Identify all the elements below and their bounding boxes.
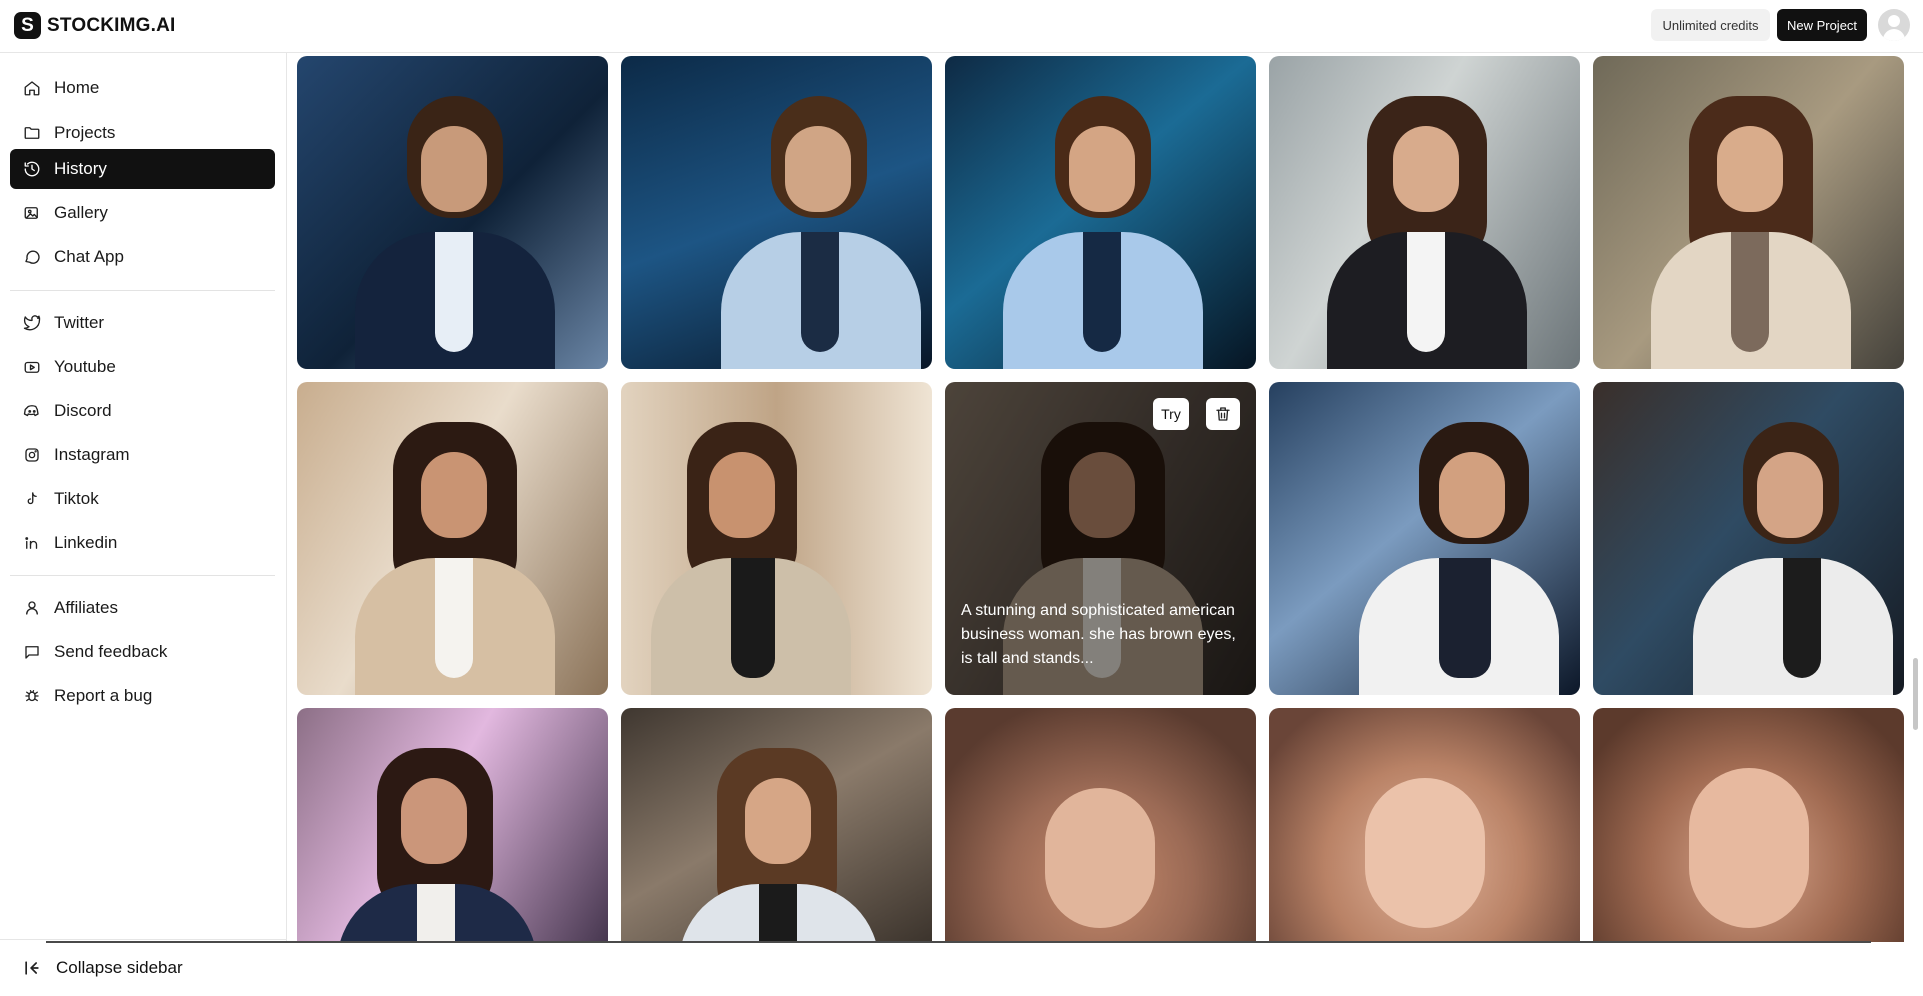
discord-icon [22,401,42,421]
image-card[interactable] [621,382,932,695]
home-icon [22,78,42,98]
generated-image [297,382,608,695]
sidebar-item-label: Youtube [54,357,116,376]
delete-button[interactable] [1206,398,1240,430]
sidebar-item-label: Tiktok [54,489,99,508]
try-button[interactable]: Try [1153,398,1189,430]
collapse-sidebar-button[interactable]: Collapse sidebar [0,939,286,996]
partial-image-row [46,941,1871,943]
credits-badge[interactable]: Unlimited credits [1651,9,1770,41]
sidebar-item-label: Send feedback [54,642,168,661]
user-icon [22,598,42,618]
sidebar-item-projects[interactable]: Projects [10,113,275,153]
image-card[interactable] [297,56,608,369]
sidebar-item-label: Projects [54,123,116,142]
avatar-body [1883,29,1905,41]
new-project-button[interactable]: New Project [1777,9,1867,41]
image-card[interactable] [621,56,932,369]
sidebar-item-label: History [54,159,107,178]
image-prompt-caption: A stunning and sophisticated american bu… [961,602,1236,667]
bug-icon [22,686,42,706]
image-card[interactable] [945,708,1256,942]
sidebar-item-label: Affiliates [54,598,118,617]
image-card[interactable] [1593,56,1904,369]
avatar[interactable] [1878,9,1910,41]
sidebar-item-label: Linkedin [54,533,118,552]
generated-image [621,382,932,695]
collapse-icon [25,961,39,975]
message-icon [22,642,42,662]
sidebar-item-discord[interactable]: Discord [10,391,275,431]
sidebar-item-home[interactable]: Home [10,68,275,108]
youtube-icon [22,357,42,377]
tiktok-icon [22,489,42,509]
sidebar-item-tiktok[interactable]: Tiktok [10,479,275,519]
image-card[interactable] [621,708,932,942]
brand-logo[interactable]: S STOCKIMG.AI [14,12,176,39]
generated-image [1593,708,1904,942]
sidebar-item-label: Home [54,78,100,97]
sidebar-item-linkedin[interactable]: Linkedin [10,523,275,563]
image-card[interactable] [297,708,608,942]
sidebar-item-label: Instagram [54,445,130,464]
avatar-head [1888,15,1900,27]
image-card[interactable] [297,382,608,695]
image-card[interactable] [1593,382,1904,695]
collapse-label: Collapse sidebar [56,958,183,977]
generated-image [945,708,1256,942]
logo-icon: S [14,12,41,39]
history-icon [22,159,42,179]
image-card[interactable] [1269,56,1580,369]
top-bar: S STOCKIMG.AI Unlimited credits New Proj… [0,0,1923,53]
sidebar-item-youtube[interactable]: Youtube [10,347,275,387]
sidebar-item-twitter[interactable]: Twitter [10,303,275,343]
sidebar-item-history[interactable]: History [10,149,275,189]
sidebar-item-label: Chat App [54,247,124,266]
sidebar-item-chat-app[interactable]: Chat App [10,237,275,277]
image-card-hovered[interactable]: A stunning and sophisticated american bu… [945,382,1256,695]
sidebar-item-label: Discord [54,401,112,420]
image-card[interactable] [1269,708,1580,942]
generated-image [945,56,1256,369]
sidebar: Home Projects History Gallery Chat App T… [0,53,287,977]
generated-image [1269,56,1580,369]
sidebar-item-gallery[interactable]: Gallery [10,193,275,233]
twitter-icon [22,313,42,333]
sidebar-divider [10,290,275,291]
sidebar-item-label: Report a bug [54,686,153,705]
chat-icon [22,247,42,267]
vertical-scrollbar[interactable] [1912,56,1920,942]
brand-name: STOCKIMG.AI [47,14,176,36]
generated-image [621,708,932,942]
scrollbar-thumb[interactable] [1913,658,1918,730]
generated-image [1269,382,1580,695]
sidebar-divider [10,575,275,576]
linkedin-icon [22,533,42,553]
sidebar-item-affiliates[interactable]: Affiliates [10,588,275,628]
gallery-icon [22,203,42,223]
sidebar-item-report-bug[interactable]: Report a bug [10,676,275,716]
instagram-icon [22,445,42,465]
generated-image [621,56,932,369]
image-card[interactable] [945,56,1256,369]
image-card[interactable] [1269,382,1580,695]
trash-icon [1216,407,1230,421]
generated-image [297,708,608,942]
generated-image [297,56,608,369]
sidebar-item-label: Gallery [54,203,108,222]
history-image-grid: A stunning and sophisticated american bu… [297,56,1908,942]
sidebar-item-instagram[interactable]: Instagram [10,435,275,475]
image-card[interactable] [1593,708,1904,942]
sidebar-item-label: Twitter [54,313,105,332]
generated-image [1593,56,1904,369]
folder-icon [22,123,42,143]
sidebar-item-send-feedback[interactable]: Send feedback [10,632,275,672]
generated-image [1269,708,1580,942]
generated-image [1593,382,1904,695]
